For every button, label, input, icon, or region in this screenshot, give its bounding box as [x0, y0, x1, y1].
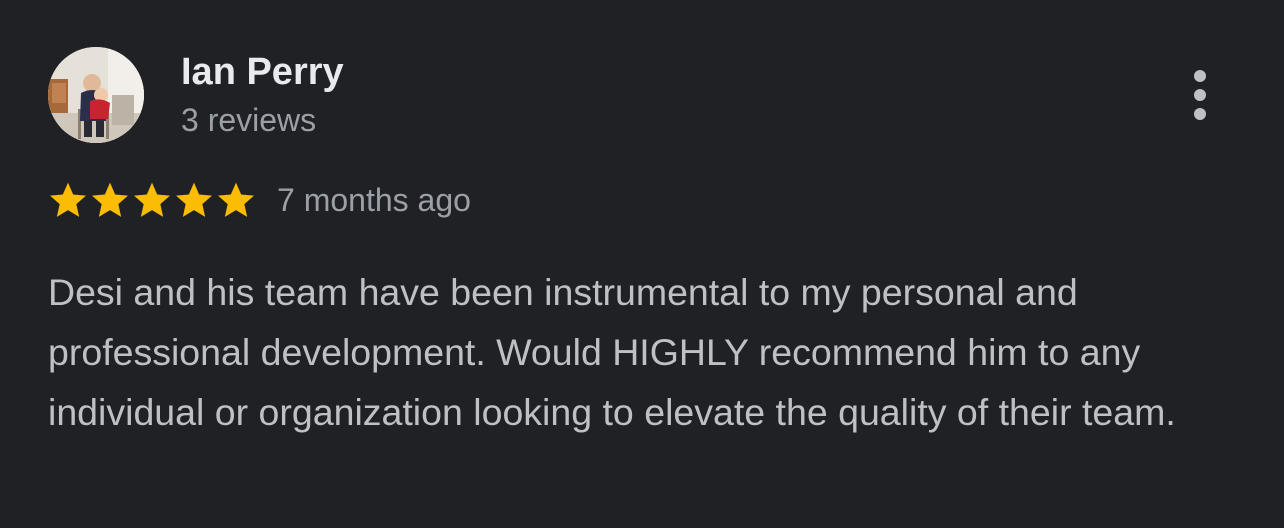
review-text: Desi and his team have been instrumental… [48, 271, 1176, 433]
more-vertical-icon-dot-bottom [1194, 108, 1206, 120]
star-icon [92, 182, 128, 217]
reviewer-name[interactable]: Ian Perry [181, 50, 344, 94]
star-rating [48, 180, 258, 220]
star-icon [176, 182, 212, 217]
more-vertical-icon-dot-top [1194, 70, 1206, 82]
review-timestamp: 7 months ago [277, 182, 471, 218]
star-icon [134, 182, 170, 217]
reviewer-avatar[interactable] [48, 47, 144, 143]
avatar-photo-image [48, 47, 144, 143]
more-options-button[interactable] [1176, 64, 1224, 126]
review-card: Ian Perry 3 reviews 7 months ago Desi an… [0, 0, 1284, 528]
more-vertical-icon-dot-middle [1194, 89, 1206, 101]
reviewer-review-count[interactable]: 3 reviews [181, 101, 316, 139]
star-icon [50, 182, 86, 217]
star-icon [218, 182, 254, 217]
